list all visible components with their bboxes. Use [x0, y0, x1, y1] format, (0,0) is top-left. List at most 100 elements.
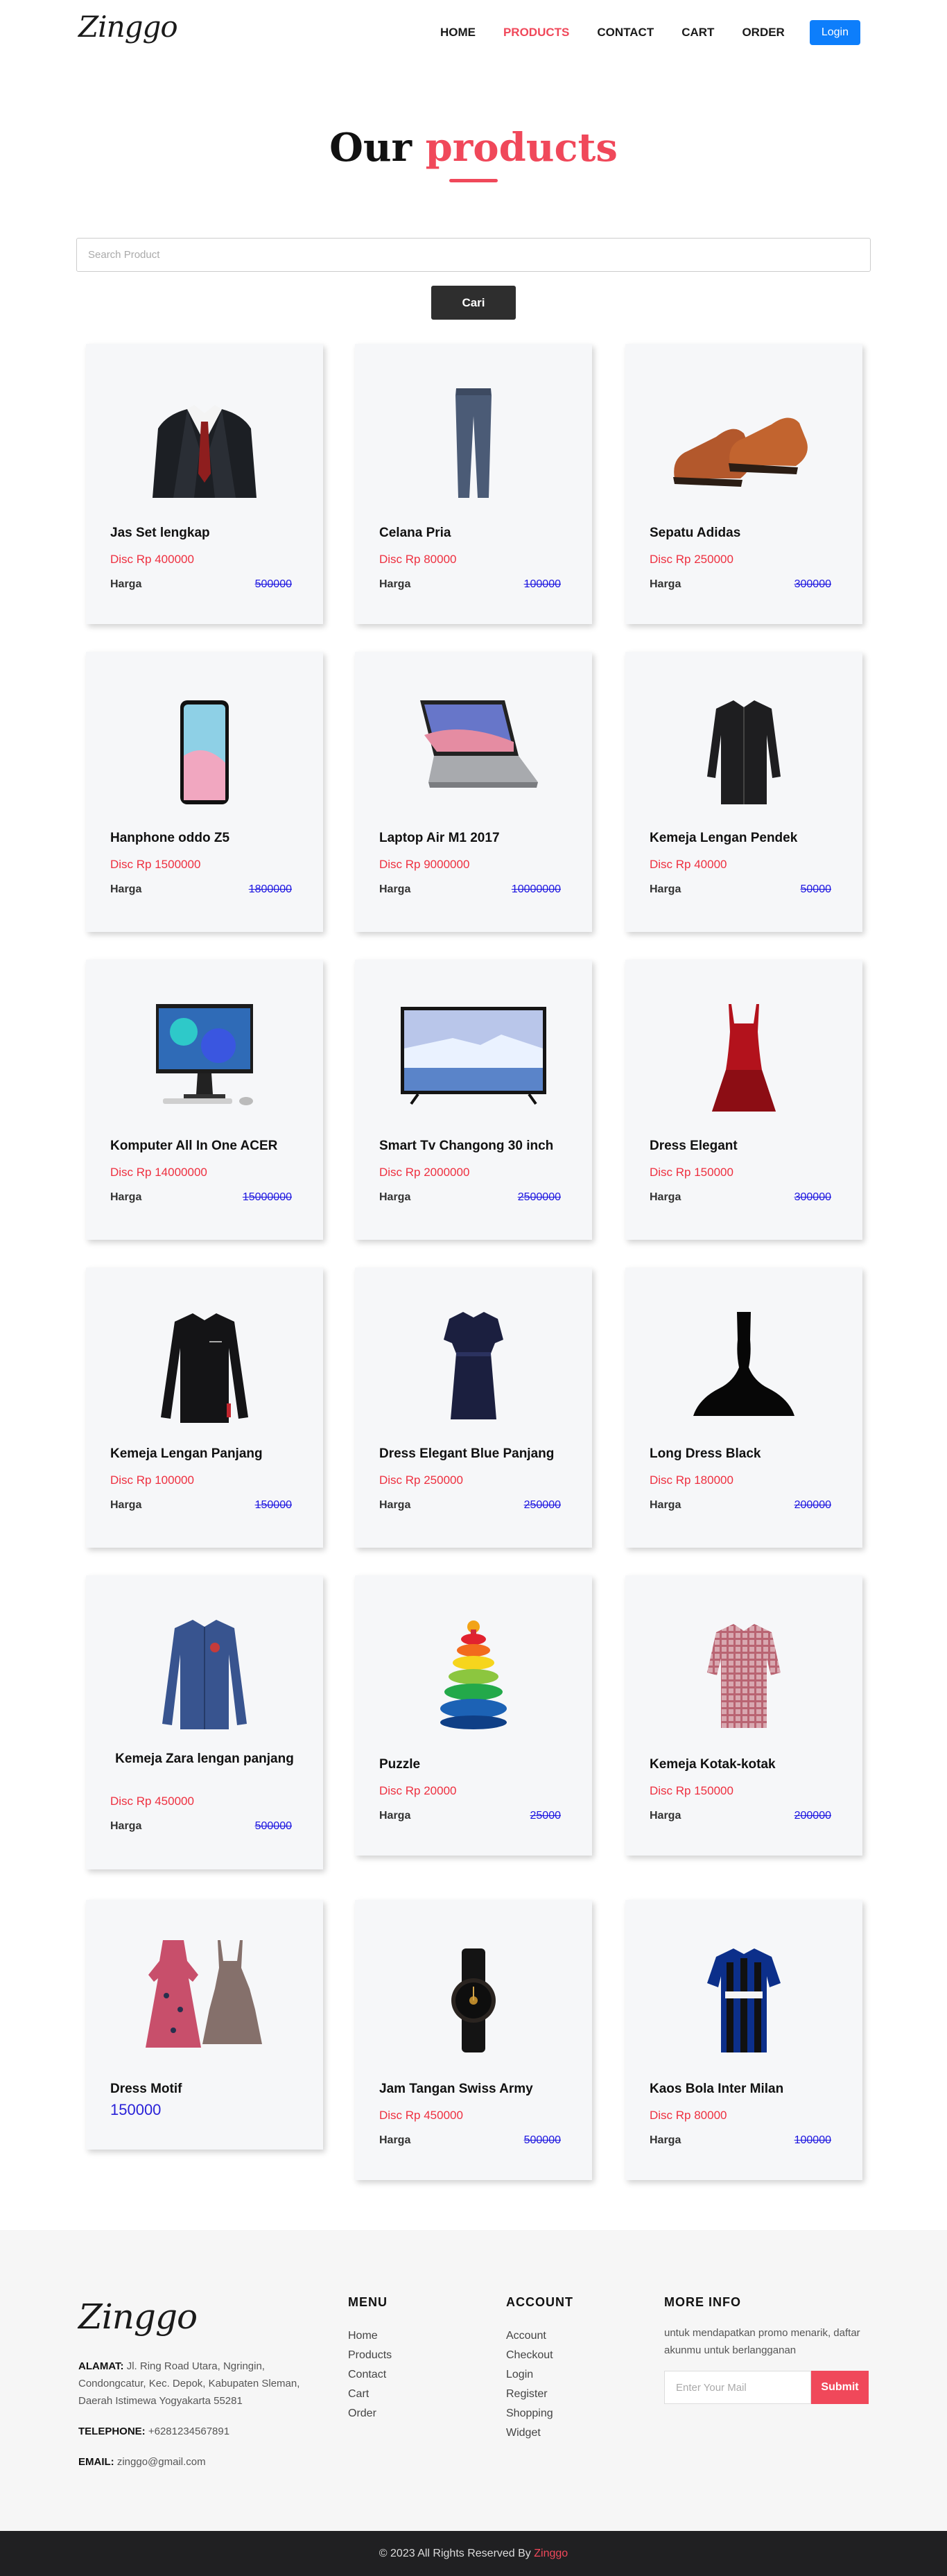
product-card[interactable]: Jas Set lengkap Disc Rp 400000 Harga 500…	[86, 344, 323, 624]
price-label: Harga	[650, 1810, 681, 1822]
long-sleeve-shirt-icon	[86, 1268, 323, 1434]
product-card[interactable]: Sepatu Adidas Disc Rp 250000 Harga 30000…	[625, 344, 862, 624]
product-discount: Disc Rp 250000	[650, 553, 733, 566]
footer-link-login[interactable]: Login	[506, 2369, 553, 2388]
product-discount: Disc Rp 100000	[110, 1473, 194, 1487]
product-discount: Disc Rp 9000000	[379, 858, 470, 871]
black-gown-icon	[625, 1268, 862, 1434]
product-name: Kemeja Zara lengan panjang	[115, 1752, 294, 1766]
product-card[interactable]: Hanphone oddo Z5 Disc Rp 1500000 Harga 1…	[86, 652, 323, 932]
product-name: Kemeja Lengan Panjang	[110, 1446, 263, 1461]
product-name: Dress Elegant Blue Panjang	[379, 1446, 555, 1461]
floral-dresses-icon	[86, 1900, 323, 2066]
copyright-text: © 2023 All Rights Reserved By	[379, 2548, 531, 2559]
footer-logo[interactable]: Zinggo	[78, 2297, 198, 2337]
stacking-rings-toy-icon	[355, 1575, 592, 1742]
price-label: Harga	[379, 1499, 411, 1511]
price-label: Harga	[110, 1820, 142, 1832]
product-name: Komputer All In One ACER	[110, 1139, 278, 1153]
price-label: Harga	[379, 2134, 411, 2146]
product-card[interactable]: Celana Pria Disc Rp 80000 Harga 100000	[355, 344, 592, 624]
price-label: Harga	[110, 578, 142, 590]
original-price: 150000	[254, 1499, 292, 1511]
footer-link-shopping[interactable]: Shopping	[506, 2408, 553, 2427]
product-card[interactable]: Kemeja Kotak-kotak Disc Rp 150000 Harga …	[625, 1575, 862, 1856]
product-discount: Disc Rp 150000	[650, 1166, 733, 1179]
original-price: 200000	[794, 1499, 831, 1511]
product-card[interactable]: Dress Elegant Disc Rp 150000 Harga 30000…	[625, 960, 862, 1240]
product-name: Long Dress Black	[650, 1446, 761, 1461]
product-card[interactable]: Jam Tangan Swiss Army Disc Rp 450000 Har…	[355, 1900, 592, 2180]
product-discount: Disc Rp 20000	[379, 1784, 457, 1797]
product-discount: Disc Rp 250000	[379, 1473, 463, 1487]
product-discount: Disc Rp 80000	[650, 2109, 727, 2122]
product-grid: Jas Set lengkap Disc Rp 400000 Harga 500…	[0, 0, 947, 2219]
original-price: 300000	[794, 578, 831, 590]
original-price: 500000	[254, 1820, 292, 1832]
shoes-icon	[625, 344, 862, 510]
footer-link-home[interactable]: Home	[348, 2330, 392, 2349]
price-label: Harga	[379, 578, 411, 590]
product-name: Kaos Bola Inter Milan	[650, 2082, 784, 2096]
original-price: 1800000	[248, 883, 292, 895]
footer-link-register[interactable]: Register	[506, 2388, 553, 2408]
price-label: Harga	[650, 883, 681, 895]
footer-more-title: MORE INFO	[664, 2295, 741, 2309]
footer-link-widget[interactable]: Widget	[506, 2427, 553, 2446]
product-discount: Disc Rp 450000	[110, 1795, 194, 1808]
price-label: Harga	[379, 883, 411, 895]
product-card[interactable]: Dress Elegant Blue Panjang Disc Rp 25000…	[355, 1268, 592, 1548]
footer-address: ALAMAT: Jl. Ring Road Utara, Ngringin, C…	[78, 2358, 335, 2410]
price-label: Harga	[650, 2134, 681, 2146]
email-value: zinggo@gmail.com	[116, 2456, 206, 2468]
product-card[interactable]: Kaos Bola Inter Milan Disc Rp 80000 Harg…	[625, 1900, 862, 2180]
product-card[interactable]: Laptop Air M1 2017 Disc Rp 9000000 Harga…	[355, 652, 592, 932]
price-label: Harga	[110, 1191, 142, 1203]
product-name: Celana Pria	[379, 526, 451, 540]
footer-link-checkout[interactable]: Checkout	[506, 2349, 553, 2369]
product-card[interactable]: Dress Motif 150000	[86, 1900, 323, 2150]
product-name: Sepatu Adidas	[650, 526, 741, 540]
original-price: 50000	[800, 883, 832, 895]
footer-account-title: ACCOUNT	[506, 2295, 573, 2309]
product-card[interactable]: Kemeja Lengan Pendek Disc Rp 40000 Harga…	[625, 652, 862, 932]
footer-link-account[interactable]: Account	[506, 2330, 553, 2349]
blue-dress-icon	[355, 1268, 592, 1434]
copyright-bar: © 2023 All Rights Reserved By Zinggo	[0, 2531, 947, 2576]
telephone-label: TELEPHONE:	[78, 2426, 146, 2437]
footer-link-cart[interactable]: Cart	[348, 2388, 392, 2408]
product-name: Jam Tangan Swiss Army	[379, 2082, 533, 2096]
footer-menu-list: Home Products Contact Cart Order	[348, 2330, 392, 2427]
original-price: 100000	[523, 578, 561, 590]
address-label: ALAMAT:	[78, 2360, 124, 2372]
copyright-brand[interactable]: Zinggo	[534, 2548, 568, 2559]
footer-email: EMAIL: zinggo@gmail.com	[78, 2456, 206, 2468]
product-name: Puzzle	[379, 1757, 421, 1772]
red-dress-icon	[625, 960, 862, 1126]
product-discount: Disc Rp 2000000	[379, 1166, 470, 1179]
smartphone-icon	[86, 652, 323, 818]
product-price: 150000	[110, 2101, 162, 2118]
original-price: 500000	[254, 578, 292, 590]
footer-link-products[interactable]: Products	[348, 2349, 392, 2369]
newsletter-email-input[interactable]	[664, 2371, 811, 2404]
product-card[interactable]: Komputer All In One ACER Disc Rp 1400000…	[86, 960, 323, 1240]
footer-link-contact[interactable]: Contact	[348, 2369, 392, 2388]
football-jersey-icon	[625, 1900, 862, 2066]
product-card[interactable]: Puzzle Disc Rp 20000 Harga 25000	[355, 1575, 592, 1856]
product-card[interactable]: Long Dress Black Disc Rp 180000 Harga 20…	[625, 1268, 862, 1548]
site-footer: Zinggo ALAMAT: Jl. Ring Road Utara, Ngri…	[0, 2230, 947, 2531]
product-discount: Disc Rp 80000	[379, 553, 457, 566]
original-price: 2500000	[517, 1191, 561, 1203]
desktop-computer-icon	[86, 960, 323, 1126]
original-price: 10000000	[511, 883, 561, 895]
plaid-shirt-icon	[625, 1575, 862, 1742]
product-discount: Disc Rp 180000	[650, 1473, 733, 1487]
product-card[interactable]: Kemeja Lengan Panjang Disc Rp 100000 Har…	[86, 1268, 323, 1548]
product-name: Hanphone oddo Z5	[110, 831, 230, 845]
product-card[interactable]: Smart Tv Changong 30 inch Disc Rp 200000…	[355, 960, 592, 1240]
footer-more-text: untuk mendapatkan promo menarik, daftar …	[664, 2327, 860, 2356]
newsletter-submit-button[interactable]: Submit	[811, 2371, 869, 2404]
footer-link-order[interactable]: Order	[348, 2408, 392, 2427]
product-card[interactable]: Kemeja Zara lengan panjang Disc Rp 45000…	[86, 1575, 323, 1869]
